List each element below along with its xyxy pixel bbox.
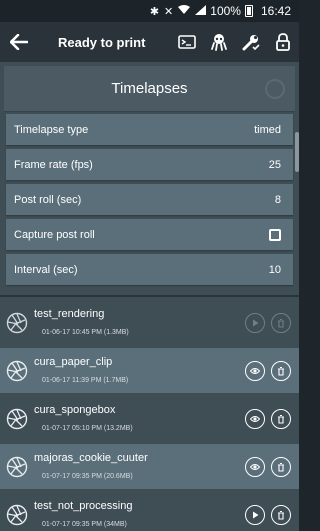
delete-button[interactable]	[271, 313, 291, 333]
page-title: Ready to print	[58, 34, 146, 50]
setting-label: Frame rate (fps)	[14, 158, 93, 171]
timelapse-aperture-icon	[6, 456, 28, 478]
view-icon	[250, 464, 260, 470]
mute-icon: ✕	[164, 5, 174, 18]
timelapse-meta: 01-06-17 10:45 PM (1.3MB)	[42, 329, 129, 336]
list-item[interactable]: majoras_cookie_cuuter 01-07-17 09:35 PM …	[0, 444, 299, 489]
timelapse-aperture-icon	[6, 360, 28, 382]
timelapse-meta: 01-07-17 09:35 PM (34MB)	[42, 521, 127, 528]
terminal-icon	[178, 35, 196, 49]
terminal-button[interactable]	[171, 22, 203, 62]
battery-icon	[244, 5, 253, 17]
play-icon	[253, 319, 259, 327]
delete-button[interactable]	[271, 457, 291, 477]
timelapse-name: test_rendering	[34, 308, 105, 320]
setting-interval[interactable]: Interval (sec) 10	[6, 254, 293, 285]
octoprint-button[interactable]	[203, 22, 235, 62]
setting-label: Timelapse type	[14, 123, 89, 136]
list-item[interactable]: cura_paper_clip 01-06-17 11:39 PM (1.7MB…	[0, 348, 299, 393]
panel-header: Timelapses	[4, 66, 295, 112]
delete-icon	[278, 366, 284, 376]
setting-timelapse-type[interactable]: Timelapse type timed	[6, 114, 293, 145]
octoprint-icon	[211, 34, 227, 51]
setting-capture-post-roll[interactable]: Capture post roll	[6, 219, 293, 250]
lock-button[interactable]	[267, 22, 299, 62]
list-item[interactable]: test_rendering 01-06-17 10:45 PM (1.3MB)	[0, 300, 299, 345]
timelapse-list: test_rendering 01-06-17 10:45 PM (1.3MB)…	[0, 300, 299, 531]
delete-button[interactable]	[271, 505, 291, 525]
view-button[interactable]	[245, 361, 265, 381]
delete-icon	[278, 510, 284, 520]
wrench-check-icon	[242, 35, 260, 51]
timelapse-meta: 01-07-17 09:35 PM (20.6MB)	[42, 473, 133, 480]
view-icon	[250, 368, 260, 374]
bluetooth-icon: ✱	[149, 5, 160, 18]
delete-button[interactable]	[271, 409, 291, 429]
play-button[interactable]	[245, 505, 265, 525]
list-item[interactable]: test_not_processing 01-07-17 09:35 PM (3…	[0, 492, 299, 531]
timelapse-name: test_not_processing	[34, 500, 133, 512]
setting-value: 25	[268, 158, 281, 171]
timelapse-name: cura_spongebox	[34, 404, 116, 416]
setting-post-roll[interactable]: Post roll (sec) 8	[6, 184, 293, 215]
panel-title: Timelapses	[111, 80, 188, 97]
maintenance-button[interactable]	[235, 22, 267, 62]
timelapse-aperture-icon	[6, 312, 28, 334]
timelapse-name: cura_paper_clip	[34, 356, 113, 368]
setting-value: timed	[254, 123, 281, 136]
scrollbar[interactable]	[295, 132, 299, 172]
timelapse-name: majoras_cookie_cuuter	[34, 452, 148, 464]
view-button[interactable]	[245, 457, 265, 477]
clock: 16:42	[260, 4, 291, 18]
battery-level: 100%	[210, 4, 241, 18]
setting-value: 10	[268, 263, 281, 276]
timelapse-aperture-icon	[6, 504, 28, 526]
delete-button[interactable]	[271, 361, 291, 381]
capture-post-roll-checkbox[interactable]	[269, 228, 281, 241]
timelapse-meta: 01-06-17 11:39 PM (1.7MB)	[42, 377, 129, 384]
status-bar: ✱ ✕ 100% 16:42	[0, 0, 299, 22]
delete-icon	[278, 414, 284, 424]
setting-label: Interval (sec)	[14, 263, 78, 276]
list-item[interactable]: cura_spongebox 01-07-17 05:10 PM (13.2MB…	[0, 396, 299, 441]
setting-frame-rate[interactable]: Frame rate (fps) 25	[6, 149, 293, 180]
divider	[0, 295, 299, 297]
signal-icon	[195, 4, 207, 18]
timelapse-meta: 01-07-17 05:10 PM (13.2MB)	[42, 425, 133, 432]
wifi-icon	[178, 4, 191, 18]
back-button[interactable]	[0, 22, 38, 62]
arrow-left-icon	[10, 34, 28, 50]
timelapse-settings: Timelapse type timed Frame rate (fps) 25…	[6, 114, 293, 289]
view-button[interactable]	[245, 409, 265, 429]
setting-value: 8	[274, 193, 281, 206]
delete-icon	[278, 462, 284, 472]
delete-icon	[278, 318, 284, 328]
play-button[interactable]	[245, 313, 265, 333]
lock-icon	[276, 33, 290, 51]
setting-label: Post roll (sec)	[14, 193, 82, 206]
setting-label: Capture post roll	[14, 228, 95, 241]
timelapse-aperture-icon	[6, 408, 28, 430]
app-bar: Ready to print	[0, 22, 299, 62]
refresh-icon	[265, 79, 285, 99]
view-icon	[250, 416, 260, 422]
play-icon	[253, 511, 259, 519]
